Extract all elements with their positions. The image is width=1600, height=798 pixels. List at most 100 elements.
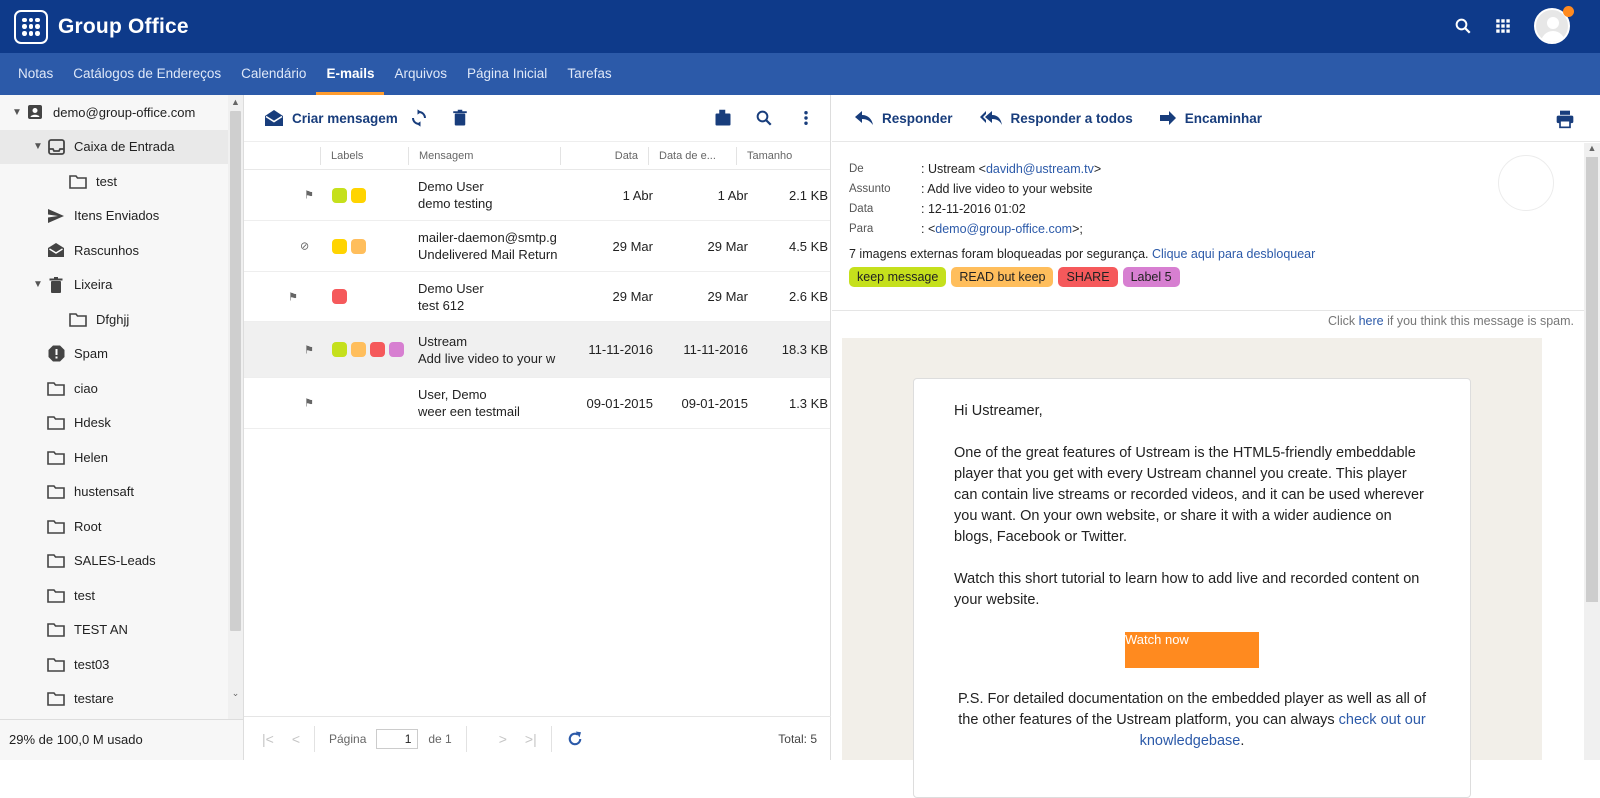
list-column-header: Labels Mensagem Data Data de e... Tamanh… [244,142,830,170]
search-icon[interactable] [1454,17,1472,35]
collapse-arrow-icon[interactable]: ▼ [30,141,46,152]
account-node[interactable]: ▼ demo@group-office.com [0,95,228,130]
col-date[interactable]: Data [560,146,648,165]
row-flags: ⚑ [244,378,330,428]
page-count: de 1 [428,731,452,746]
flag-icon[interactable]: ⚑ [304,189,314,202]
folder-label: ciao [74,380,98,396]
tab-tasks[interactable]: Tarefas [557,53,621,95]
folder-label: test03 [74,656,110,672]
tab-email[interactable]: E-mails [316,53,385,95]
label-share[interactable]: SHARE [1058,267,1118,287]
folder-icon [46,552,66,570]
flag-icon[interactable]: ⚑ [304,343,314,356]
first-page-icon[interactable]: |< [262,731,274,747]
folder-test[interactable]: test [0,578,228,613]
row-size: 1.3 KB [788,395,828,411]
row-flags: ⚑ [244,322,330,377]
tab-files[interactable]: Arquivos [384,53,457,95]
row-message: Demo User test 612 [418,280,558,314]
folder-root[interactable]: Root [0,509,228,544]
from-email-link[interactable]: davidh@ustream.tv [986,162,1094,176]
print-icon[interactable] [1555,109,1575,129]
reader-scrollbar[interactable]: ▲ [1584,143,1600,760]
reply-button[interactable]: Responder [854,110,953,126]
paragraph: Watch this short tutorial to learn how t… [954,571,1420,608]
folder-trash[interactable]: ▼ Lixeira [0,268,228,303]
scroll-down-icon[interactable]: ⌄ [228,688,243,702]
folder-icon [68,172,88,190]
tab-address-books[interactable]: Catálogos de Endereços [63,53,231,95]
message-row-selected[interactable]: ⚑ Ustream Add live video to your w 11-11-… [244,322,830,378]
folder-test-an[interactable]: TEST AN [0,613,228,648]
folder-inbox[interactable]: ▼ Caixa de Entrada [0,129,228,164]
row-message: mailer-daemon@smtp.g Undelivered Mail Ret… [418,229,558,263]
folder-sent[interactable]: Itens Enviados [0,199,228,234]
folder-hdesk[interactable]: Hdesk [0,406,228,441]
message-row[interactable]: ⚑ User, Demo weer een testmail 09-01-2015… [244,378,830,429]
message-row[interactable]: ⚑ Demo User demo testing 1 Abr 1 Abr 2.1 … [244,170,830,221]
delete-icon[interactable] [451,109,469,127]
spam-pre: Click [1328,314,1356,328]
date-value: : 12-11-2016 01:02 [921,202,1026,216]
header-to: Para : <demo@group-office.com>; [849,219,1567,239]
message-row[interactable]: ⚑ Demo User test 612 29 Mar 29 Mar 2.6 KB [244,272,830,322]
apps-grid-icon[interactable] [1494,17,1512,35]
flag-icon[interactable]: ⚑ [304,397,314,410]
next-page-icon[interactable]: > [499,731,507,747]
flag-icon[interactable]: ⚑ [288,290,298,303]
search-icon[interactable] [755,109,773,127]
folder-label: Spam [74,346,108,362]
scroll-up-icon[interactable]: ▲ [228,97,243,111]
folder-drafts[interactable]: Rascunhos [0,233,228,268]
page-number-input[interactable]: 1 [376,728,419,749]
tab-notas[interactable]: Notas [8,53,63,95]
reply-all-button[interactable]: Responder a todos [979,110,1133,126]
reply-icon [855,111,873,125]
collapse-arrow-icon[interactable]: ▼ [9,107,25,118]
scroll-up-icon[interactable]: ▲ [1584,143,1600,157]
label-read-but-keep[interactable]: READ but keep [951,267,1054,287]
header-subject: Assunto : Add live video to your website [849,179,1567,199]
scrollbar-thumb[interactable] [1586,157,1598,602]
watch-now-button[interactable]: Watch now [1125,632,1259,668]
label-5[interactable]: Label 5 [1122,267,1180,287]
forward-label: Encaminhar [1184,110,1263,126]
sidebar-scrollbar[interactable]: ▲ ⌄ [228,95,243,720]
forward-button[interactable]: Encaminhar [1159,110,1262,126]
collapse-arrow-icon[interactable]: ▼ [30,279,46,290]
col-received[interactable]: Data de e... [648,146,736,165]
message-row[interactable]: ⊘ mailer-daemon@smtp.g Undelivered Mail R… [244,221,830,272]
row-subject: Undelivered Mail Return [418,247,558,262]
more-vertical-icon[interactable] [797,109,815,127]
label-keep-message[interactable]: keep message [849,267,947,287]
from-key: De [849,163,864,175]
folder-trash-dfghjj[interactable]: Dfghjj [0,302,228,337]
spam-report-link[interactable]: here [1359,314,1384,328]
scrollbar-thumb[interactable] [230,111,241,631]
tab-start-page[interactable]: Página Inicial [457,53,557,95]
folder-ciao[interactable]: ciao [0,371,228,406]
folder-test03[interactable]: test03 [0,647,228,682]
ps-paragraph: P.S. For detailed documentation on the e… [954,689,1430,752]
previous-page-icon[interactable]: < [292,731,300,747]
refresh-icon[interactable] [410,109,428,127]
last-page-icon[interactable]: >| [525,731,537,747]
reload-icon[interactable] [566,730,584,748]
row-date: 11-11-2016 [588,342,653,357]
folder-inbox-test[interactable]: test [0,164,228,199]
folder-hustensaft[interactable]: hustensaft [0,475,228,510]
col-labels[interactable]: Labels [320,146,408,165]
compose-button[interactable]: Criar mensagem [264,109,398,127]
folder-testare[interactable]: testare [0,682,228,717]
folder-sales-leads[interactable]: SALES-Leads [0,544,228,579]
col-size[interactable]: Tamanho [736,146,816,165]
move-to-folder-icon[interactable] [714,109,732,127]
to-email-link[interactable]: demo@group-office.com [935,222,1072,236]
col-message[interactable]: Mensagem [408,146,560,165]
unblock-images-link[interactable]: Clique aqui para desbloquear [1152,247,1315,261]
tab-calendar[interactable]: Calendário [231,53,316,95]
app-logo-icon[interactable] [14,9,48,44]
folder-spam[interactable]: Spam [0,337,228,372]
folder-helen[interactable]: Helen [0,440,228,475]
